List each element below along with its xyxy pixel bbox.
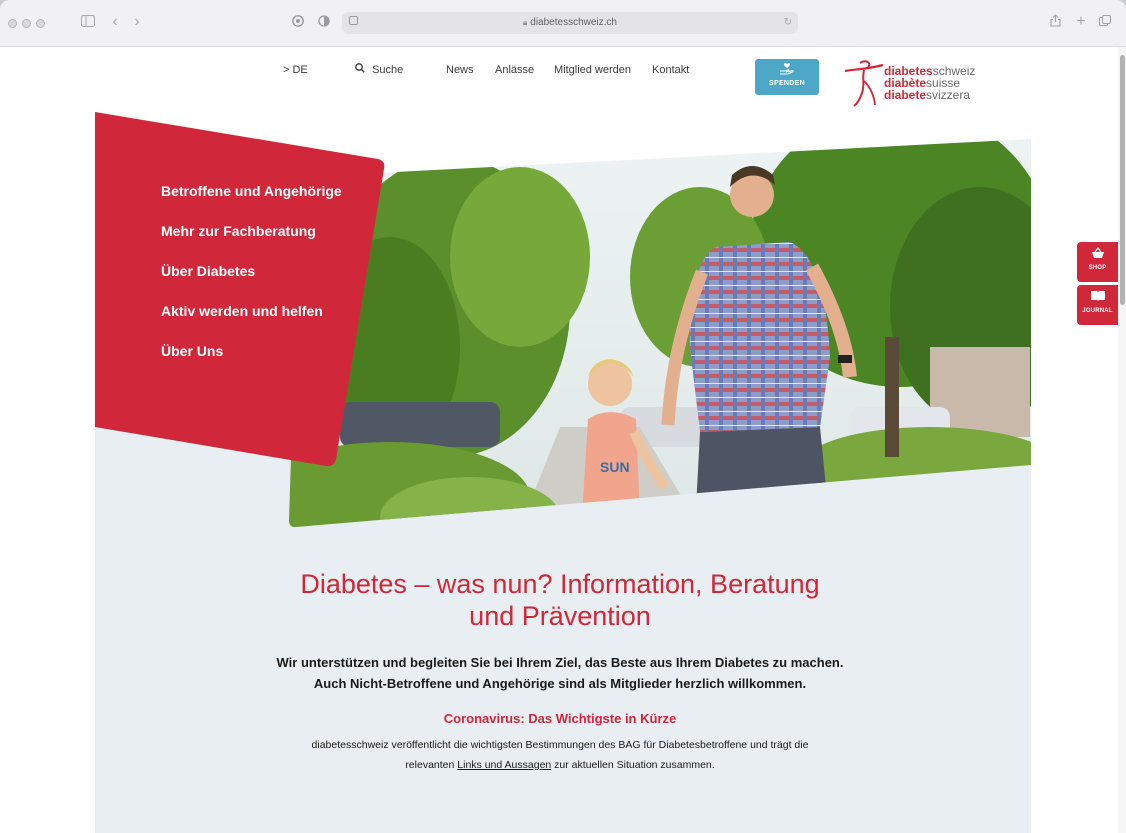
- address-bar[interactable]: 🔒︎ diabetesschweiz.ch ↻: [342, 12, 798, 34]
- menu-item-fachberatung[interactable]: Mehr zur Fachberatung: [161, 223, 316, 239]
- journal-button[interactable]: JOURNAL: [1077, 285, 1118, 325]
- half-circle-icon[interactable]: [316, 12, 332, 32]
- privacy-icon[interactable]: [290, 12, 306, 32]
- intro-text: Wir unterstützen und begleiten Sie bei I…: [276, 655, 844, 691]
- web-page: > DE Suche News Anlässe Mitglied werden …: [0, 47, 1118, 833]
- shop-label: SHOP: [1088, 265, 1107, 271]
- browser-window: ‹ › 🔒︎ diabetesschweiz.ch ↻ + > DE Suche…: [0, 0, 1126, 833]
- plus-icon[interactable]: +: [1074, 12, 1088, 32]
- forward-icon[interactable]: ›: [130, 12, 144, 32]
- menu-item-aktiv-werden[interactable]: Aktiv werden und helfen: [161, 303, 323, 319]
- menu-item-ueber-diabetes[interactable]: Über Diabetes: [161, 263, 255, 279]
- browser-toolbar: ‹ › 🔒︎ diabetesschweiz.ch ↻ +: [0, 0, 1126, 47]
- page-headline: Diabetes – was nun? Information, Beratun…: [300, 569, 820, 631]
- scrollbar-thumb[interactable]: [1120, 55, 1125, 305]
- tabs-icon[interactable]: [1098, 12, 1112, 32]
- menu-item-ueber-uns[interactable]: Über Uns: [161, 343, 223, 359]
- url-text: diabetesschweiz.ch: [530, 17, 617, 28]
- menu-item-betroffene[interactable]: Betroffene und Angehörige: [161, 183, 342, 199]
- reload-icon[interactable]: ↻: [782, 13, 794, 33]
- minimize-window-button[interactable]: [22, 19, 31, 28]
- back-icon[interactable]: ‹: [108, 12, 122, 32]
- corona-title[interactable]: Coronavirus: Das Wichtigste in Kürze: [180, 711, 940, 726]
- lock-icon: 🔒︎: [523, 18, 528, 27]
- svg-text:SUN: SUN: [600, 459, 630, 475]
- links-und-aussagen-link[interactable]: Links und Aussagen: [457, 759, 551, 771]
- journal-label: JOURNAL: [1082, 308, 1113, 314]
- shopping-basket-icon: [1077, 242, 1118, 263]
- share-icon[interactable]: [1048, 12, 1062, 32]
- close-window-button[interactable]: [8, 19, 17, 28]
- shop-button[interactable]: SHOP: [1077, 242, 1118, 282]
- zoom-window-button[interactable]: [36, 19, 45, 28]
- book-icon: [1077, 285, 1118, 306]
- corona-text: diabetesschweiz veröffentlicht die wicht…: [311, 739, 809, 771]
- sidebar-icon[interactable]: [78, 12, 98, 32]
